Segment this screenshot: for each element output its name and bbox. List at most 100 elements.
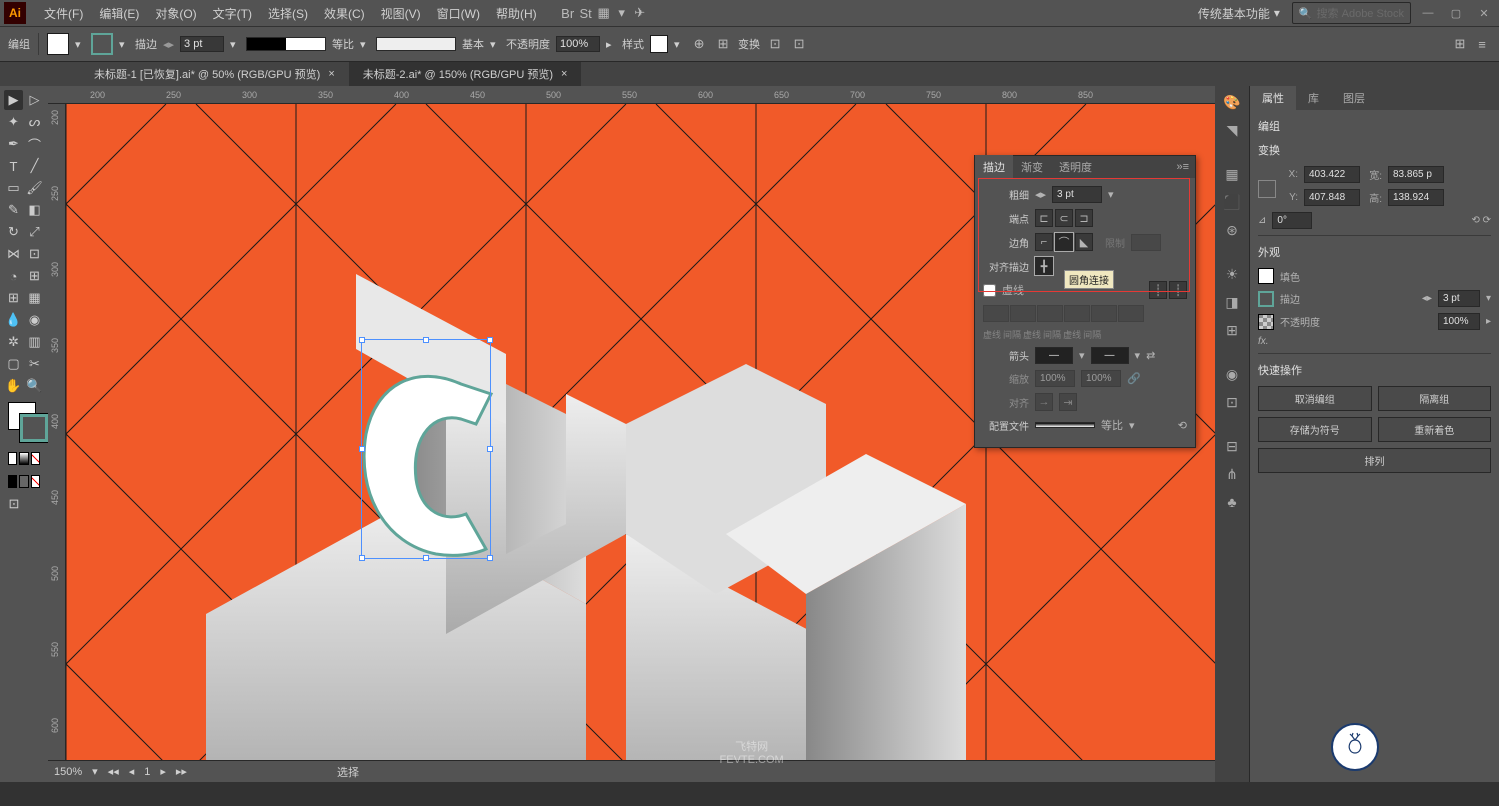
zoom-level[interactable]: 150% xyxy=(54,766,82,778)
transform-label[interactable]: 变换 xyxy=(738,36,760,52)
join-miter[interactable]: ⌐ xyxy=(1035,233,1053,251)
rectangle-tool[interactable]: ▭ xyxy=(4,178,23,198)
cap-butt[interactable]: ⊏ xyxy=(1035,209,1053,227)
pathfinder-icon[interactable]: ⋔ xyxy=(1222,464,1242,484)
appearance-icon[interactable]: ◉ xyxy=(1222,364,1242,384)
swatches-icon[interactable]: ▦ xyxy=(1222,164,1242,184)
shape-builder-tool[interactable]: ◔ xyxy=(4,266,23,286)
direct-selection-tool[interactable]: ▷ xyxy=(25,90,44,110)
none-mode[interactable] xyxy=(31,452,40,465)
gpu-icon[interactable]: ✈ xyxy=(631,4,649,22)
close-icon[interactable]: × xyxy=(328,68,334,80)
mask-icon[interactable]: ⊡ xyxy=(790,35,808,53)
ungroup-button[interactable]: 取消编组 xyxy=(1258,386,1372,411)
opacity-input-panel[interactable] xyxy=(1438,313,1480,330)
opacity-input[interactable] xyxy=(556,36,600,52)
y-input[interactable] xyxy=(1304,189,1360,206)
isolate-button[interactable]: 隔离组 xyxy=(1378,386,1492,411)
menu-file[interactable]: 文件(F) xyxy=(36,1,91,26)
shaper-tool[interactable]: ✎ xyxy=(4,200,23,220)
fill-swatch[interactable] xyxy=(47,33,69,55)
gradient-tool[interactable]: ▦ xyxy=(25,288,44,308)
color-mode[interactable] xyxy=(8,452,17,465)
cap-square[interactable]: ⊐ xyxy=(1075,209,1093,227)
width-tool[interactable]: ⋈ xyxy=(4,244,23,264)
isolate-icon[interactable]: ⊡ xyxy=(766,35,784,53)
menu-help[interactable]: 帮助(H) xyxy=(488,1,545,26)
magic-wand-tool[interactable]: ✦ xyxy=(4,112,23,132)
document-tab-1[interactable]: 未标题-1 [已恢复].ai* @ 50% (RGB/GPU 预览)× xyxy=(80,62,349,86)
menu-window[interactable]: 窗口(W) xyxy=(429,1,488,26)
draw-normal[interactable] xyxy=(8,475,17,488)
save-symbol-button[interactable]: 存储为符号 xyxy=(1258,417,1372,442)
join-bevel[interactable]: ◣ xyxy=(1075,233,1093,251)
tab-layers[interactable]: 图层 xyxy=(1331,86,1377,110)
stroke-panel-icon[interactable]: ☀ xyxy=(1222,264,1242,284)
graphic-styles-icon[interactable]: ⊡ xyxy=(1222,392,1242,412)
zoom-tool[interactable]: 🔍 xyxy=(25,376,44,396)
bridge-icon[interactable]: Br xyxy=(559,4,577,22)
stroke-swatch-panel[interactable] xyxy=(1258,291,1274,307)
join-round[interactable]: ⌒ xyxy=(1055,233,1073,251)
draw-inside[interactable] xyxy=(31,475,40,488)
fx-button[interactable]: fx. xyxy=(1258,336,1269,347)
artboard-tool[interactable]: ▢ xyxy=(4,354,23,374)
selection-tool[interactable]: ▶ xyxy=(4,90,23,110)
line-tool[interactable]: ╱ xyxy=(25,156,44,176)
menu-type[interactable]: 文字(T) xyxy=(205,1,260,26)
gradient-mode[interactable] xyxy=(19,452,28,465)
close-button[interactable]: ✕ xyxy=(1473,4,1495,22)
dash-align-2[interactable]: ┊ xyxy=(1169,281,1187,299)
fill-stroke-controls[interactable] xyxy=(4,402,44,446)
cap-round[interactable]: ⊂ xyxy=(1055,209,1073,227)
color-guide-icon[interactable]: ◥ xyxy=(1222,120,1242,140)
minimize-button[interactable]: — xyxy=(1417,4,1439,22)
transparency-icon[interactable]: ⊞ xyxy=(1222,320,1242,340)
swap-arrows-icon[interactable]: ⇄ xyxy=(1146,349,1155,362)
eyedropper-tool[interactable]: 💧 xyxy=(4,310,23,330)
curvature-tool[interactable]: ⌒ xyxy=(25,134,44,154)
tab-opacity[interactable]: 透明度 xyxy=(1051,155,1100,179)
tab-libraries[interactable]: 库 xyxy=(1296,86,1331,110)
panel-menu-icon[interactable]: ≡ xyxy=(1473,35,1491,53)
menu-effect[interactable]: 效果(C) xyxy=(316,1,373,26)
pen-tool[interactable]: ✒ xyxy=(4,134,23,154)
blend-tool[interactable]: ◉ xyxy=(25,310,44,330)
arrow-end[interactable]: — xyxy=(1091,347,1129,364)
fill-swatch-panel[interactable] xyxy=(1258,268,1274,284)
color-panel-icon[interactable]: 🎨 xyxy=(1222,92,1242,112)
weight-input[interactable] xyxy=(1052,186,1102,203)
tab-stroke[interactable]: 描边 xyxy=(975,155,1013,179)
asset-icon[interactable]: ♣ xyxy=(1222,492,1242,512)
slice-tool[interactable]: ✂ xyxy=(25,354,44,374)
recolor-button[interactable]: 重新着色 xyxy=(1378,417,1492,442)
tab-properties[interactable]: 属性 xyxy=(1250,86,1296,110)
angle-input[interactable] xyxy=(1272,212,1312,229)
align-panel-icon[interactable]: ⊟ xyxy=(1222,436,1242,456)
hand-tool[interactable]: ✋ xyxy=(4,376,23,396)
symbol-spray-tool[interactable]: ✲ xyxy=(4,332,23,352)
profile-combo[interactable] xyxy=(1035,422,1095,428)
recolor-icon[interactable]: ⊕ xyxy=(690,35,708,53)
arrange-button[interactable]: 排列 xyxy=(1258,448,1491,473)
gradient-icon[interactable]: ◨ xyxy=(1222,292,1242,312)
panel-grid-icon[interactable]: ⊞ xyxy=(1451,35,1469,53)
free-transform-tool[interactable]: ⊡ xyxy=(25,244,44,264)
stroke-weight-panel[interactable] xyxy=(1438,290,1480,307)
align-center[interactable]: ╋ xyxy=(1035,257,1053,275)
tab-gradient[interactable]: 渐变 xyxy=(1013,155,1051,179)
stroke-weight-input[interactable] xyxy=(180,36,224,52)
stroke-swatch[interactable] xyxy=(91,33,113,55)
reference-point[interactable] xyxy=(1258,180,1276,198)
style-swatch[interactable] xyxy=(650,35,668,53)
opacity-swatch[interactable] xyxy=(1258,314,1274,330)
stroke-color[interactable] xyxy=(20,414,48,442)
arrow-down-icon[interactable]: ▾ xyxy=(613,4,631,22)
dashed-checkbox[interactable] xyxy=(983,284,996,297)
maximize-button[interactable]: ▢ xyxy=(1445,4,1467,22)
mesh-tool[interactable]: ⊞ xyxy=(4,288,23,308)
x-input[interactable] xyxy=(1304,166,1360,183)
eraser-tool[interactable]: ◧ xyxy=(25,200,44,220)
h-input[interactable] xyxy=(1388,189,1444,206)
rotate-tool[interactable]: ↻ xyxy=(4,222,23,242)
